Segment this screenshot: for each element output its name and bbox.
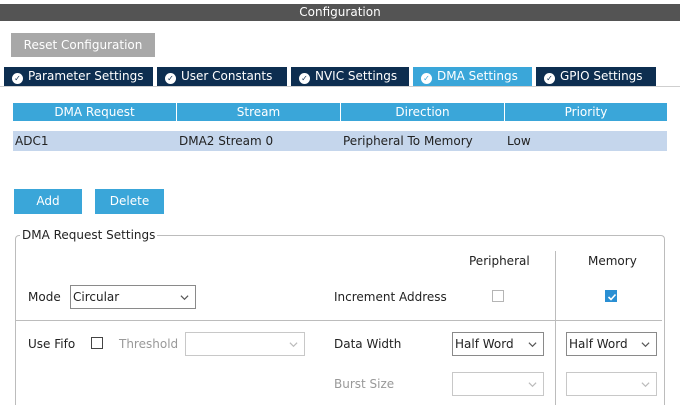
check-circle-icon: ✓ [421,73,432,84]
chevron-down-icon [641,382,650,388]
table-cell-priority[interactable]: Low [505,131,667,151]
threshold-label: Threshold [119,337,179,351]
delete-button[interactable]: Delete [95,189,164,214]
column-header-stream[interactable]: Stream [177,103,340,121]
tab-nvic-settings[interactable]: ✓ NVIC Settings [291,67,409,86]
column-header-direction[interactable]: Direction [341,103,504,121]
tab-label: GPIO Settings [560,69,643,83]
add-button[interactable]: Add [14,189,82,214]
data-width-memory-select[interactable]: Half Word [566,332,657,356]
tab-gpio-settings[interactable]: ✓ GPIO Settings [536,67,656,86]
column-header-priority[interactable]: Priority [505,103,667,121]
peripheral-header: Peripheral [469,254,530,268]
threshold-select[interactable] [185,332,305,356]
chevron-down-icon [180,295,189,301]
data-width-label: Data Width [334,337,402,351]
tab-label: NVIC Settings [315,69,398,83]
use-fifo-label: Use Fifo [28,337,76,351]
increment-address-label: Increment Address [334,290,447,304]
group-legend: DMA Request Settings [20,228,158,242]
tab-user-constants[interactable]: ✓ User Constants [157,67,287,86]
table-cell-stream[interactable]: DMA2 Stream 0 [177,131,341,151]
chevron-down-icon [528,342,537,348]
chevron-down-icon [641,342,650,348]
data-width-memory-value: Half Word [569,337,628,351]
memory-header: Memory [588,254,637,268]
tab-label: User Constants [181,69,273,83]
burst-size-label: Burst Size [334,377,395,391]
tab-divider [0,86,680,87]
chevron-down-icon [289,342,298,348]
check-circle-icon: ✓ [544,73,555,84]
mode-value: Circular [73,290,120,304]
burst-size-memory-select[interactable] [566,372,657,396]
tab-parameter-settings[interactable]: ✓ Parameter Settings [4,67,153,86]
check-circle-icon: ✓ [12,73,23,84]
checkmark-icon [607,293,617,301]
check-circle-icon: ✓ [299,73,310,84]
use-fifo-checkbox[interactable] [91,337,103,349]
tab-dma-settings[interactable]: ✓ DMA Settings [413,67,532,86]
row-separator [16,320,662,321]
table-cell-request[interactable]: ADC1 [13,131,177,151]
tab-label: Parameter Settings [28,69,144,83]
burst-size-peripheral-select[interactable] [452,372,544,396]
tab-label: DMA Settings [437,69,518,83]
increment-peripheral-checkbox[interactable] [492,290,504,302]
reset-configuration-button[interactable]: Reset Configuration [11,33,155,57]
column-header-dma-request[interactable]: DMA Request [13,103,176,121]
increment-memory-checkbox[interactable] [605,290,617,302]
data-width-peripheral-value: Half Word [455,337,514,351]
mode-select[interactable]: Circular [70,285,196,309]
data-width-peripheral-select[interactable]: Half Word [452,332,544,356]
chevron-down-icon [528,382,537,388]
table-cell-direction[interactable]: Peripheral To Memory [341,131,505,151]
column-separator [555,251,556,405]
window-title: Configuration [0,4,680,21]
check-circle-icon: ✓ [165,73,176,84]
mode-label: Mode [28,290,61,304]
